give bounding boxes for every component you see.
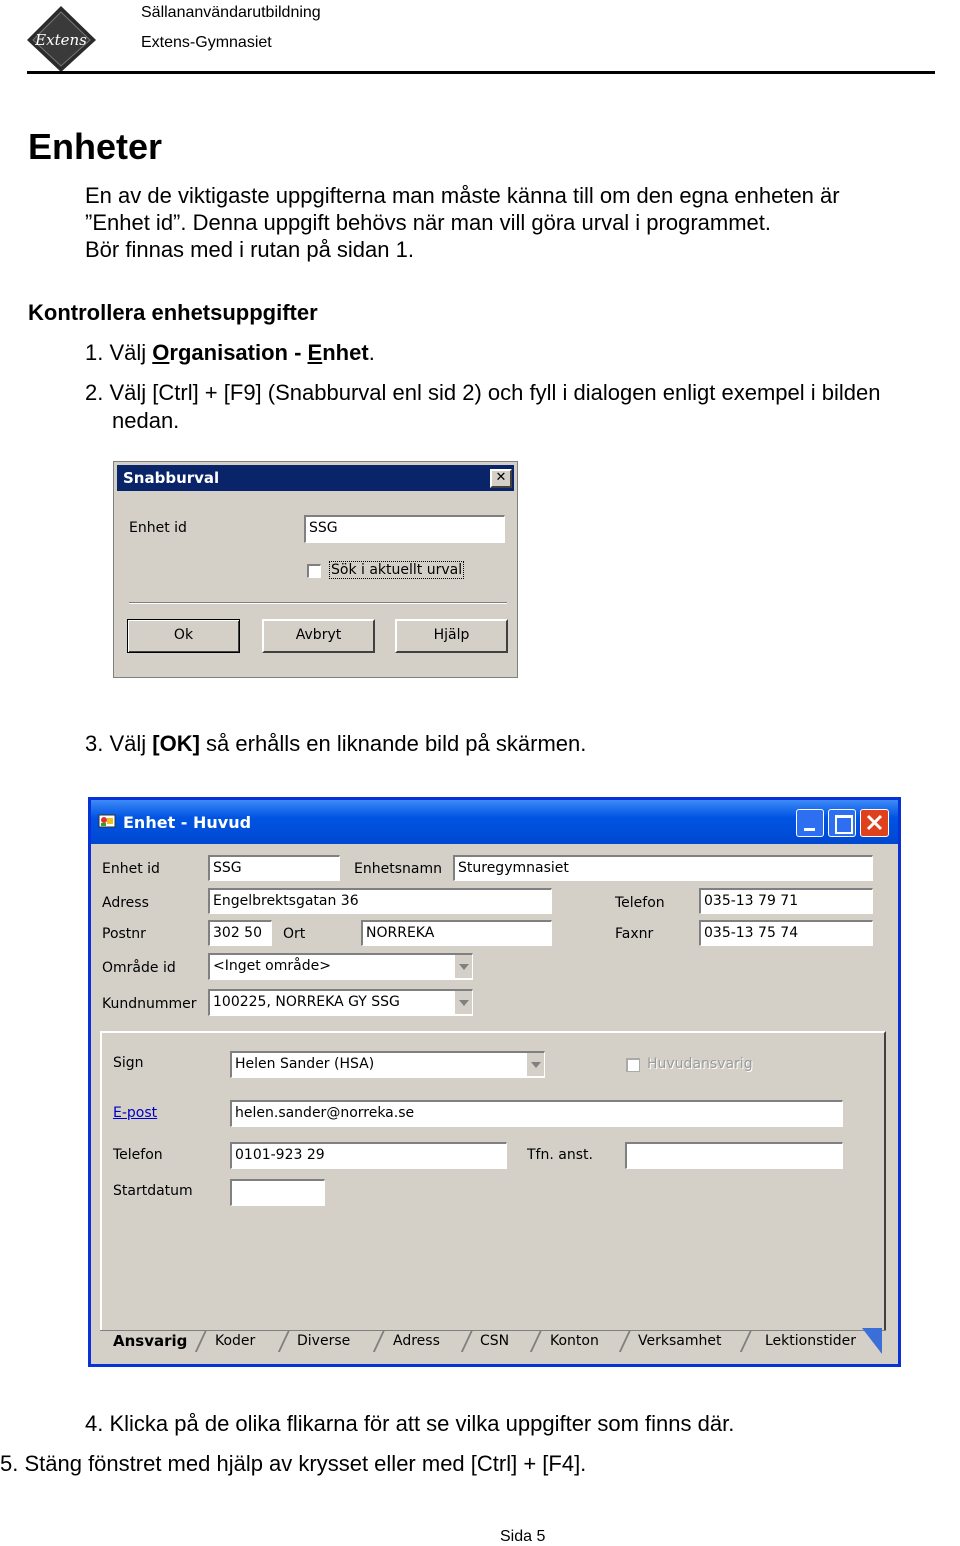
ok-button[interactable]: Ok bbox=[127, 619, 240, 653]
adress-field[interactable]: Engelbrektsgatan 36 bbox=[208, 888, 552, 914]
svg-text:Extens: Extens bbox=[34, 31, 87, 49]
tab-csn[interactable]: CSN bbox=[480, 1330, 509, 1352]
startdatum-label: Startdatum bbox=[113, 1183, 193, 1199]
enhet-id-label: Enhet id bbox=[129, 520, 187, 536]
enhetsnamn-label: Enhetsnamn bbox=[354, 861, 442, 877]
tab-verksamhet[interactable]: Verksamhet bbox=[638, 1330, 721, 1352]
faxnr-label: Faxnr bbox=[615, 926, 654, 942]
adress-label: Adress bbox=[102, 895, 149, 911]
omrade-select[interactable]: <Inget område> bbox=[208, 953, 473, 980]
tab-scroll-icon[interactable] bbox=[862, 1328, 882, 1354]
faxnr-field[interactable]: 035-13 75 74 bbox=[699, 920, 873, 946]
page-title: Enheter bbox=[28, 126, 163, 167]
tab-koder[interactable]: Koder bbox=[215, 1330, 255, 1352]
intro-line-3: Bör finnas med i rutan på sidan 1. bbox=[85, 237, 414, 262]
huvudansvarig-checkbox[interactable] bbox=[626, 1058, 640, 1072]
step-3: 3. Välj [OK] så erhålls en liknande bild… bbox=[85, 731, 587, 756]
intro-line-2: ”Enhet id”. Denna uppgift behövs när man… bbox=[85, 210, 772, 235]
omrade-label: Område id bbox=[102, 960, 176, 976]
startdatum-field[interactable] bbox=[230, 1179, 325, 1206]
maximize-icon[interactable] bbox=[828, 809, 856, 837]
header-line2: Extens-Gymnasiet bbox=[141, 34, 272, 51]
tab-konton[interactable]: Konton bbox=[550, 1330, 599, 1352]
enhet-window-title: Enhet - Huvud bbox=[123, 813, 252, 832]
telefon2-label: Telefon bbox=[113, 1147, 163, 1163]
subheading: Kontrollera enhetsuppgifter bbox=[28, 300, 318, 325]
header-line1: Sällananvändarutbildning bbox=[141, 4, 321, 21]
snabburval-titlebar: Snabburval ✕ bbox=[117, 465, 514, 491]
sok-urval-label: Sök i aktuellt urval bbox=[329, 561, 465, 579]
ort-field[interactable]: NORREKA bbox=[361, 920, 552, 946]
telefon-field[interactable]: 035-13 79 71 bbox=[699, 888, 873, 914]
close-icon[interactable]: ✕ bbox=[490, 469, 512, 488]
step-4: 4. Klicka på de olika flikarna för att s… bbox=[85, 1411, 735, 1436]
hjalp-button[interactable]: Hjälp bbox=[395, 619, 508, 653]
ort-label: Ort bbox=[283, 926, 306, 942]
tab-adress[interactable]: Adress bbox=[393, 1330, 440, 1352]
tab-diverse[interactable]: Diverse bbox=[297, 1330, 350, 1352]
step-5: 5. Stäng fönstret med hjälp av krysset e… bbox=[0, 1451, 587, 1476]
enhet-titlebar: Enhet - Huvud bbox=[91, 800, 898, 844]
enhet-id-input[interactable]: SSG bbox=[304, 515, 505, 543]
kundnummer-label: Kundnummer bbox=[102, 996, 197, 1012]
chevron-down-icon[interactable] bbox=[454, 991, 472, 1014]
tab-ansvarig[interactable]: Ansvarig bbox=[113, 1330, 187, 1352]
kundnummer-select[interactable]: 100225, NORREKA GY SSG bbox=[208, 989, 473, 1016]
step-2-line1: 2. Välj [Ctrl] + [F9] (Snabburval enl si… bbox=[85, 380, 881, 405]
tfn-anst-label: Tfn. anst. bbox=[527, 1147, 593, 1163]
postnr-label: Postnr bbox=[102, 926, 146, 942]
step-1: 1. Välj Organisation - Enhet. bbox=[85, 340, 375, 365]
snabburval-dialog: Snabburval ✕ Enhet id SSG Sök i aktuellt… bbox=[113, 461, 518, 678]
huvudansvarig-label: Huvudansvarig bbox=[647, 1056, 753, 1072]
minimize-icon[interactable] bbox=[796, 809, 824, 837]
step-2-line2: nedan. bbox=[112, 408, 180, 433]
sign-select[interactable]: Helen Sander (HSA) bbox=[230, 1051, 545, 1078]
chevron-down-icon[interactable] bbox=[526, 1053, 544, 1076]
extens-logo: Extens bbox=[24, 4, 98, 74]
enhet-id-field[interactable]: SSG bbox=[208, 855, 340, 881]
divider bbox=[129, 602, 507, 604]
window-close-icon[interactable] bbox=[860, 809, 889, 837]
tfn-anst-field[interactable] bbox=[625, 1142, 843, 1169]
enhet-huvud-window: Enhet - Huvud Enhet id SSG Enhetsnamn St… bbox=[88, 797, 901, 1367]
snabburval-title: Snabburval bbox=[123, 469, 220, 487]
telefon2-field[interactable]: 0101-923 29 bbox=[230, 1142, 507, 1169]
postnr-field[interactable]: 302 50 bbox=[208, 920, 272, 946]
enhet-id-label2: Enhet id bbox=[102, 861, 160, 877]
epost-link[interactable]: E-post bbox=[113, 1105, 157, 1121]
telefon-label: Telefon bbox=[615, 895, 665, 911]
window-app-icon bbox=[98, 812, 116, 830]
ansvarig-tab-panel: Sign Helen Sander (HSA) Huvudansvarig E-… bbox=[100, 1031, 886, 1331]
sok-urval-checkbox[interactable] bbox=[307, 564, 321, 578]
chevron-down-icon[interactable] bbox=[454, 955, 472, 978]
sign-label: Sign bbox=[113, 1055, 144, 1071]
avbryt-button[interactable]: Avbryt bbox=[262, 619, 375, 653]
epost-field[interactable]: helen.sander@norreka.se bbox=[230, 1100, 843, 1127]
enhetsnamn-field[interactable]: Sturegymnasiet bbox=[453, 855, 873, 881]
intro-line-1: En av de viktigaste uppgifterna man måst… bbox=[85, 183, 840, 208]
tab-lektionstider[interactable]: Lektionstider bbox=[765, 1330, 856, 1352]
page-number: Sida 5 bbox=[500, 1528, 546, 1545]
header-rule bbox=[27, 71, 935, 74]
